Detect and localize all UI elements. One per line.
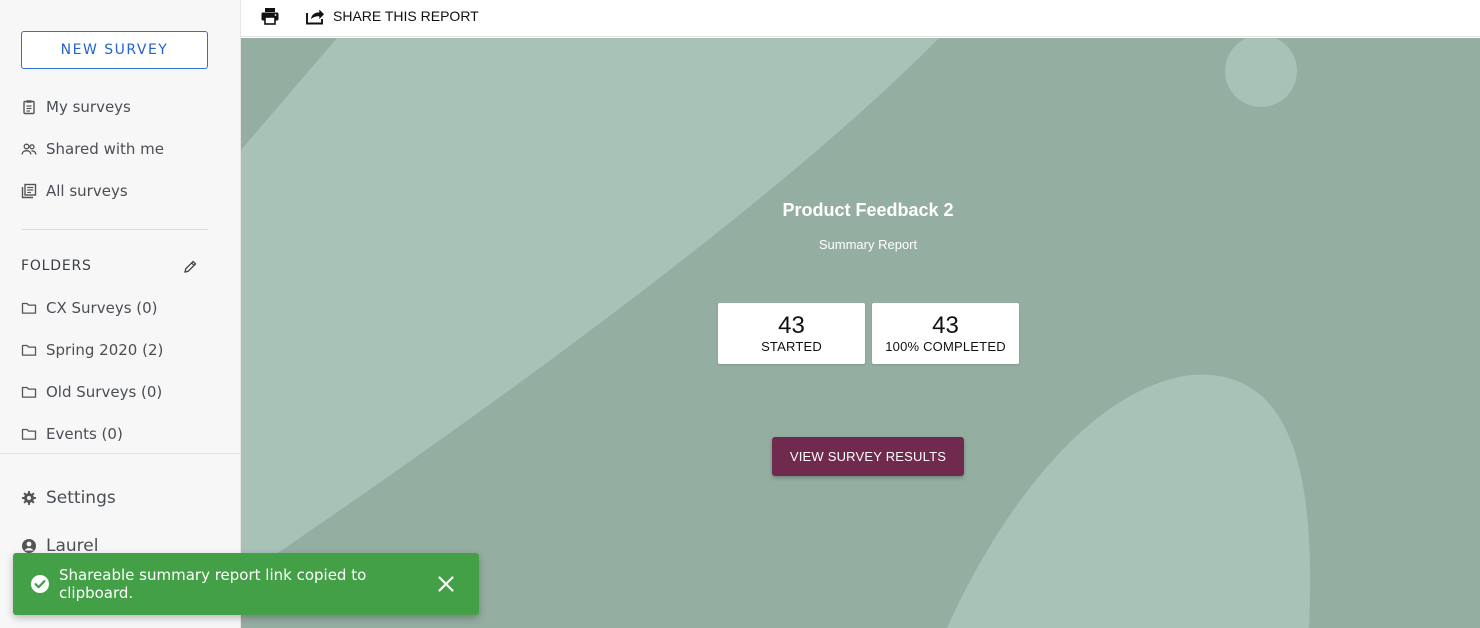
folder-item[interactable]: Spring 2020 (2) — [21, 338, 163, 362]
folder-icon — [21, 302, 37, 314]
close-icon[interactable] — [437, 575, 455, 593]
folder-item[interactable]: CX Surveys (0) — [21, 296, 158, 320]
folder-icon — [21, 344, 37, 356]
folder-icon — [21, 386, 37, 398]
folders-heading: FOLDERS — [21, 258, 92, 274]
divider — [0, 453, 241, 454]
new-survey-button[interactable]: NEW SURVEY — [21, 31, 208, 69]
nav-all-surveys[interactable]: All surveys — [21, 179, 128, 203]
nav-label: Settings — [46, 488, 116, 508]
sidebar: NEW SURVEY My surveys Shared with me All… — [0, 0, 241, 628]
folder-label: CX Surveys (0) — [46, 299, 158, 317]
people-icon — [21, 143, 37, 155]
divider — [21, 229, 208, 230]
report-toolbar: SHARE THIS REPORT — [241, 0, 1480, 37]
share-icon — [306, 9, 324, 25]
stat-label: STARTED — [761, 339, 822, 354]
stat-value: 43 — [932, 312, 959, 339]
stat-label: 100% COMPLETED — [885, 339, 1006, 354]
clipboard-icon — [23, 100, 35, 115]
gear-icon — [22, 491, 36, 505]
nav-shared-with-me[interactable]: Shared with me — [21, 137, 164, 161]
folder-label: Old Surveys (0) — [46, 383, 163, 401]
toast-notification: Shareable summary report link copied to … — [13, 553, 479, 615]
report-subtitle: Summary Report — [818, 237, 918, 252]
folder-label: Events (0) — [46, 425, 123, 443]
user-icon — [22, 539, 36, 553]
toast-message: Shareable summary report link copied to … — [59, 566, 367, 602]
view-survey-results-button[interactable]: VIEW SURVEY RESULTS — [772, 437, 964, 476]
nav-my-surveys[interactable]: My surveys — [21, 95, 131, 119]
nav-label: My surveys — [46, 98, 131, 116]
nav-settings[interactable]: Settings — [21, 486, 116, 510]
share-label: SHARE THIS REPORT — [333, 8, 479, 24]
stack-icon — [21, 183, 37, 199]
folder-icon — [21, 428, 37, 440]
nav-label: All surveys — [46, 182, 128, 200]
report-hero: Product Feedback 2 Summary Report 43 STA… — [241, 38, 1480, 628]
pencil-icon[interactable] — [183, 259, 198, 274]
stat-started: 43 STARTED — [718, 303, 865, 364]
nav-label: Shared with me — [46, 140, 165, 158]
stat-value: 43 — [778, 312, 805, 339]
folder-item[interactable]: Old Surveys (0) — [21, 380, 162, 404]
share-report-button[interactable]: SHARE THIS REPORT — [305, 5, 479, 27]
print-icon[interactable] — [260, 6, 280, 26]
report-title: Product Feedback 2 — [782, 200, 954, 220]
folder-label: Spring 2020 (2) — [46, 341, 164, 359]
check-circle-icon — [31, 575, 49, 593]
folder-item[interactable]: Events (0) — [21, 422, 123, 446]
stat-completed: 43 100% COMPLETED — [872, 303, 1019, 364]
